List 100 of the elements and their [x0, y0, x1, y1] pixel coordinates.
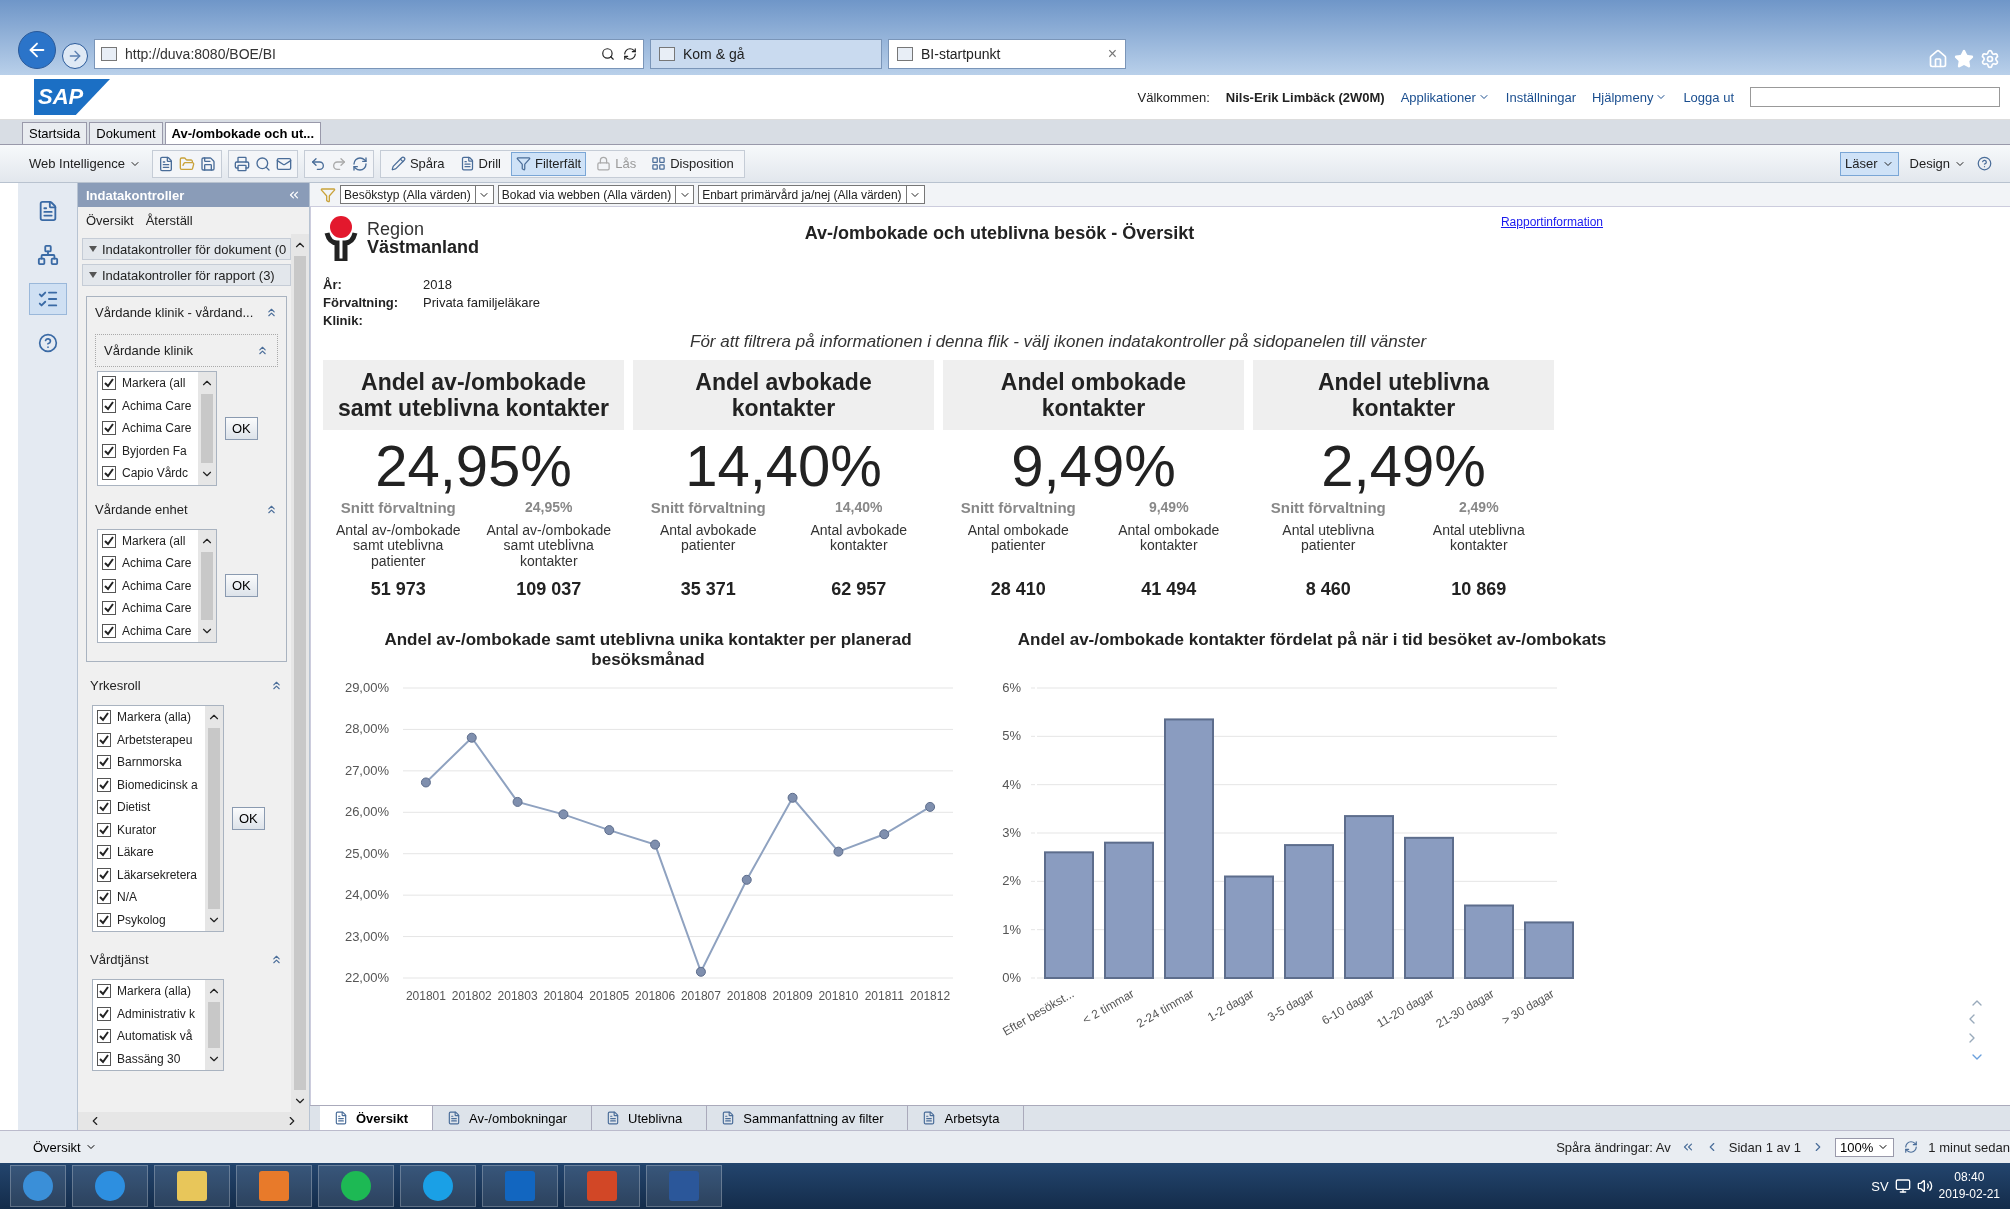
checkbox[interactable]	[97, 777, 111, 792]
panel-link[interactable]: Översikt	[86, 213, 134, 228]
scrollbar-thumb[interactable]	[294, 256, 306, 1090]
list-item-label[interactable]: Markera (alla)	[117, 984, 191, 999]
list-item-label[interactable]: Kurator	[117, 822, 157, 837]
checkbox[interactable]	[97, 1051, 111, 1066]
mail-icon[interactable]	[275, 155, 292, 172]
chat-taskbar-icon[interactable]	[400, 1165, 476, 1207]
section-header[interactable]: Indatakontroller för rapport (3)	[82, 264, 291, 286]
checkbox[interactable]	[97, 867, 111, 882]
checkbox[interactable]	[102, 578, 116, 593]
document-tab[interactable]: Startsida	[22, 122, 88, 144]
checkbox[interactable]	[97, 1029, 111, 1044]
list-item-label[interactable]: Achima Care	[122, 421, 192, 436]
list-item-label[interactable]: Capio Vårdc	[122, 466, 189, 481]
collapse-icon[interactable]	[270, 679, 283, 692]
list-item-label[interactable]: Byjorden Fa	[122, 443, 187, 458]
checkbox[interactable]	[97, 800, 111, 815]
report-tab[interactable]: Översikt	[320, 1106, 434, 1130]
language-indicator[interactable]: SV	[1871, 1178, 1889, 1194]
ok-button[interactable]: OK	[232, 807, 265, 830]
list-item-label[interactable]: Markera (all	[122, 533, 186, 548]
list-item-label[interactable]: Automatisk vå	[117, 1029, 193, 1044]
list-item-label[interactable]: Arbetsterapeu	[117, 732, 193, 747]
checkbox[interactable]	[102, 533, 116, 548]
volume-icon[interactable]	[1916, 1178, 1933, 1194]
network-icon[interactable]	[1894, 1178, 1911, 1194]
checkbox[interactable]	[102, 466, 116, 481]
new-document-icon[interactable]	[157, 155, 174, 172]
star-icon[interactable]	[1954, 49, 1974, 69]
collapse-icon[interactable]	[256, 344, 269, 357]
presentation-taskbar-icon[interactable]	[564, 1165, 640, 1207]
list-item-label[interactable]: Psykolog	[117, 912, 166, 927]
toolbar-button[interactable]: Disposition	[646, 151, 739, 176]
app-menu-button[interactable]: Web Intelligence	[24, 151, 146, 176]
collapse-icon[interactable]	[265, 306, 278, 319]
view-menu-button[interactable]: Översikt	[28, 1137, 102, 1157]
mode-button[interactable]: Design	[1904, 151, 1971, 176]
folder-taskbar-icon[interactable]	[154, 1165, 230, 1207]
scrollbar-thumb[interactable]	[208, 1002, 220, 1048]
filter-dropdown[interactable]: Enbart primärvård ja/nej (Alla värden)	[698, 185, 925, 204]
section-label[interactable]: Indatakontroller för rapport (3)	[102, 267, 275, 283]
list-item-label[interactable]: Markera (alla)	[117, 710, 191, 725]
ok-button[interactable]: OK	[225, 416, 258, 440]
panel-link[interactable]: Återställ	[145, 213, 193, 228]
scrollbar-thumb[interactable]	[201, 394, 213, 463]
checkbox[interactable]	[102, 556, 116, 571]
printer-icon[interactable]	[233, 155, 250, 172]
forward-button[interactable]	[62, 43, 88, 69]
document-taskbar-icon[interactable]	[646, 1165, 722, 1207]
checkbox[interactable]	[97, 1006, 111, 1021]
list-item-label[interactable]: Dietist	[117, 800, 151, 815]
logout-link[interactable]: Logga ut	[1683, 89, 1734, 105]
checkbox[interactable]	[102, 601, 116, 616]
list-item-label[interactable]: Bassäng 30	[117, 1051, 181, 1066]
list-item-label[interactable]: Läkarsekretera	[117, 867, 198, 882]
list-item-label[interactable]: Achima Care	[122, 601, 192, 616]
checkbox[interactable]	[97, 822, 111, 837]
checkbox[interactable]	[97, 912, 111, 927]
checkbox[interactable]	[97, 710, 111, 725]
section-label[interactable]: Indatakontroller för dokument (0	[102, 241, 287, 257]
clock[interactable]: 08:40 2019-02-21	[1938, 1169, 2000, 1203]
search-icon[interactable]	[601, 47, 615, 61]
media-player-taskbar-icon[interactable]	[236, 1165, 312, 1207]
list-item-label[interactable]: Achima Care	[122, 623, 192, 638]
document-tab[interactable]: Av-/ombokade och ut...	[164, 122, 322, 144]
refresh-icon[interactable]	[623, 47, 637, 61]
scrollbar-thumb[interactable]	[208, 728, 220, 909]
toolbar-button[interactable]: Drill	[454, 151, 506, 176]
list-item-label[interactable]: Läkare	[117, 845, 154, 860]
address-field[interactable]: http://duva:8080/BOE/BI	[94, 39, 644, 69]
browser-tab[interactable]: Kom & gå	[650, 39, 882, 69]
ok-button[interactable]: OK	[225, 574, 258, 598]
scrollbar-thumb[interactable]	[201, 551, 213, 620]
header-menu-link[interactable]: Inställningar	[1505, 89, 1576, 105]
list-item-label[interactable]: Biomedicinsk a	[117, 777, 198, 792]
search-field[interactable]	[1750, 87, 2000, 107]
checkbox[interactable]	[97, 984, 111, 999]
checkbox[interactable]	[102, 398, 116, 413]
browser-taskbar-icon[interactable]	[72, 1165, 148, 1207]
header-menu-link[interactable]: Hjälpmeny	[1591, 89, 1668, 105]
music-taskbar-icon[interactable]	[318, 1165, 394, 1207]
list-item-label[interactable]: Achima Care	[122, 398, 192, 413]
zoom-dropdown[interactable]: 100%	[1835, 1137, 1895, 1157]
checkbox[interactable]	[97, 890, 111, 905]
mode-button[interactable]: Läser	[1840, 151, 1899, 176]
filter-dropdown[interactable]: Besökstyp (Alla värden)	[340, 185, 494, 204]
browser-tab[interactable]: BI-startpunkt ×	[888, 39, 1126, 69]
help-icon[interactable]	[1977, 156, 1992, 171]
checkbox[interactable]	[97, 755, 111, 770]
list-item-label[interactable]: Administrativ k	[117, 1006, 196, 1021]
checkbox[interactable]	[102, 443, 116, 458]
save-icon[interactable]	[199, 155, 216, 172]
list-item-label[interactable]: N/A	[117, 890, 137, 905]
header-menu-link[interactable]: Applikationer	[1400, 89, 1490, 105]
checkbox[interactable]	[97, 845, 111, 860]
checkbox[interactable]	[102, 421, 116, 436]
checkbox[interactable]	[102, 623, 116, 638]
collapse-icon[interactable]	[270, 953, 283, 966]
document-tab[interactable]: Dokument	[89, 122, 163, 144]
